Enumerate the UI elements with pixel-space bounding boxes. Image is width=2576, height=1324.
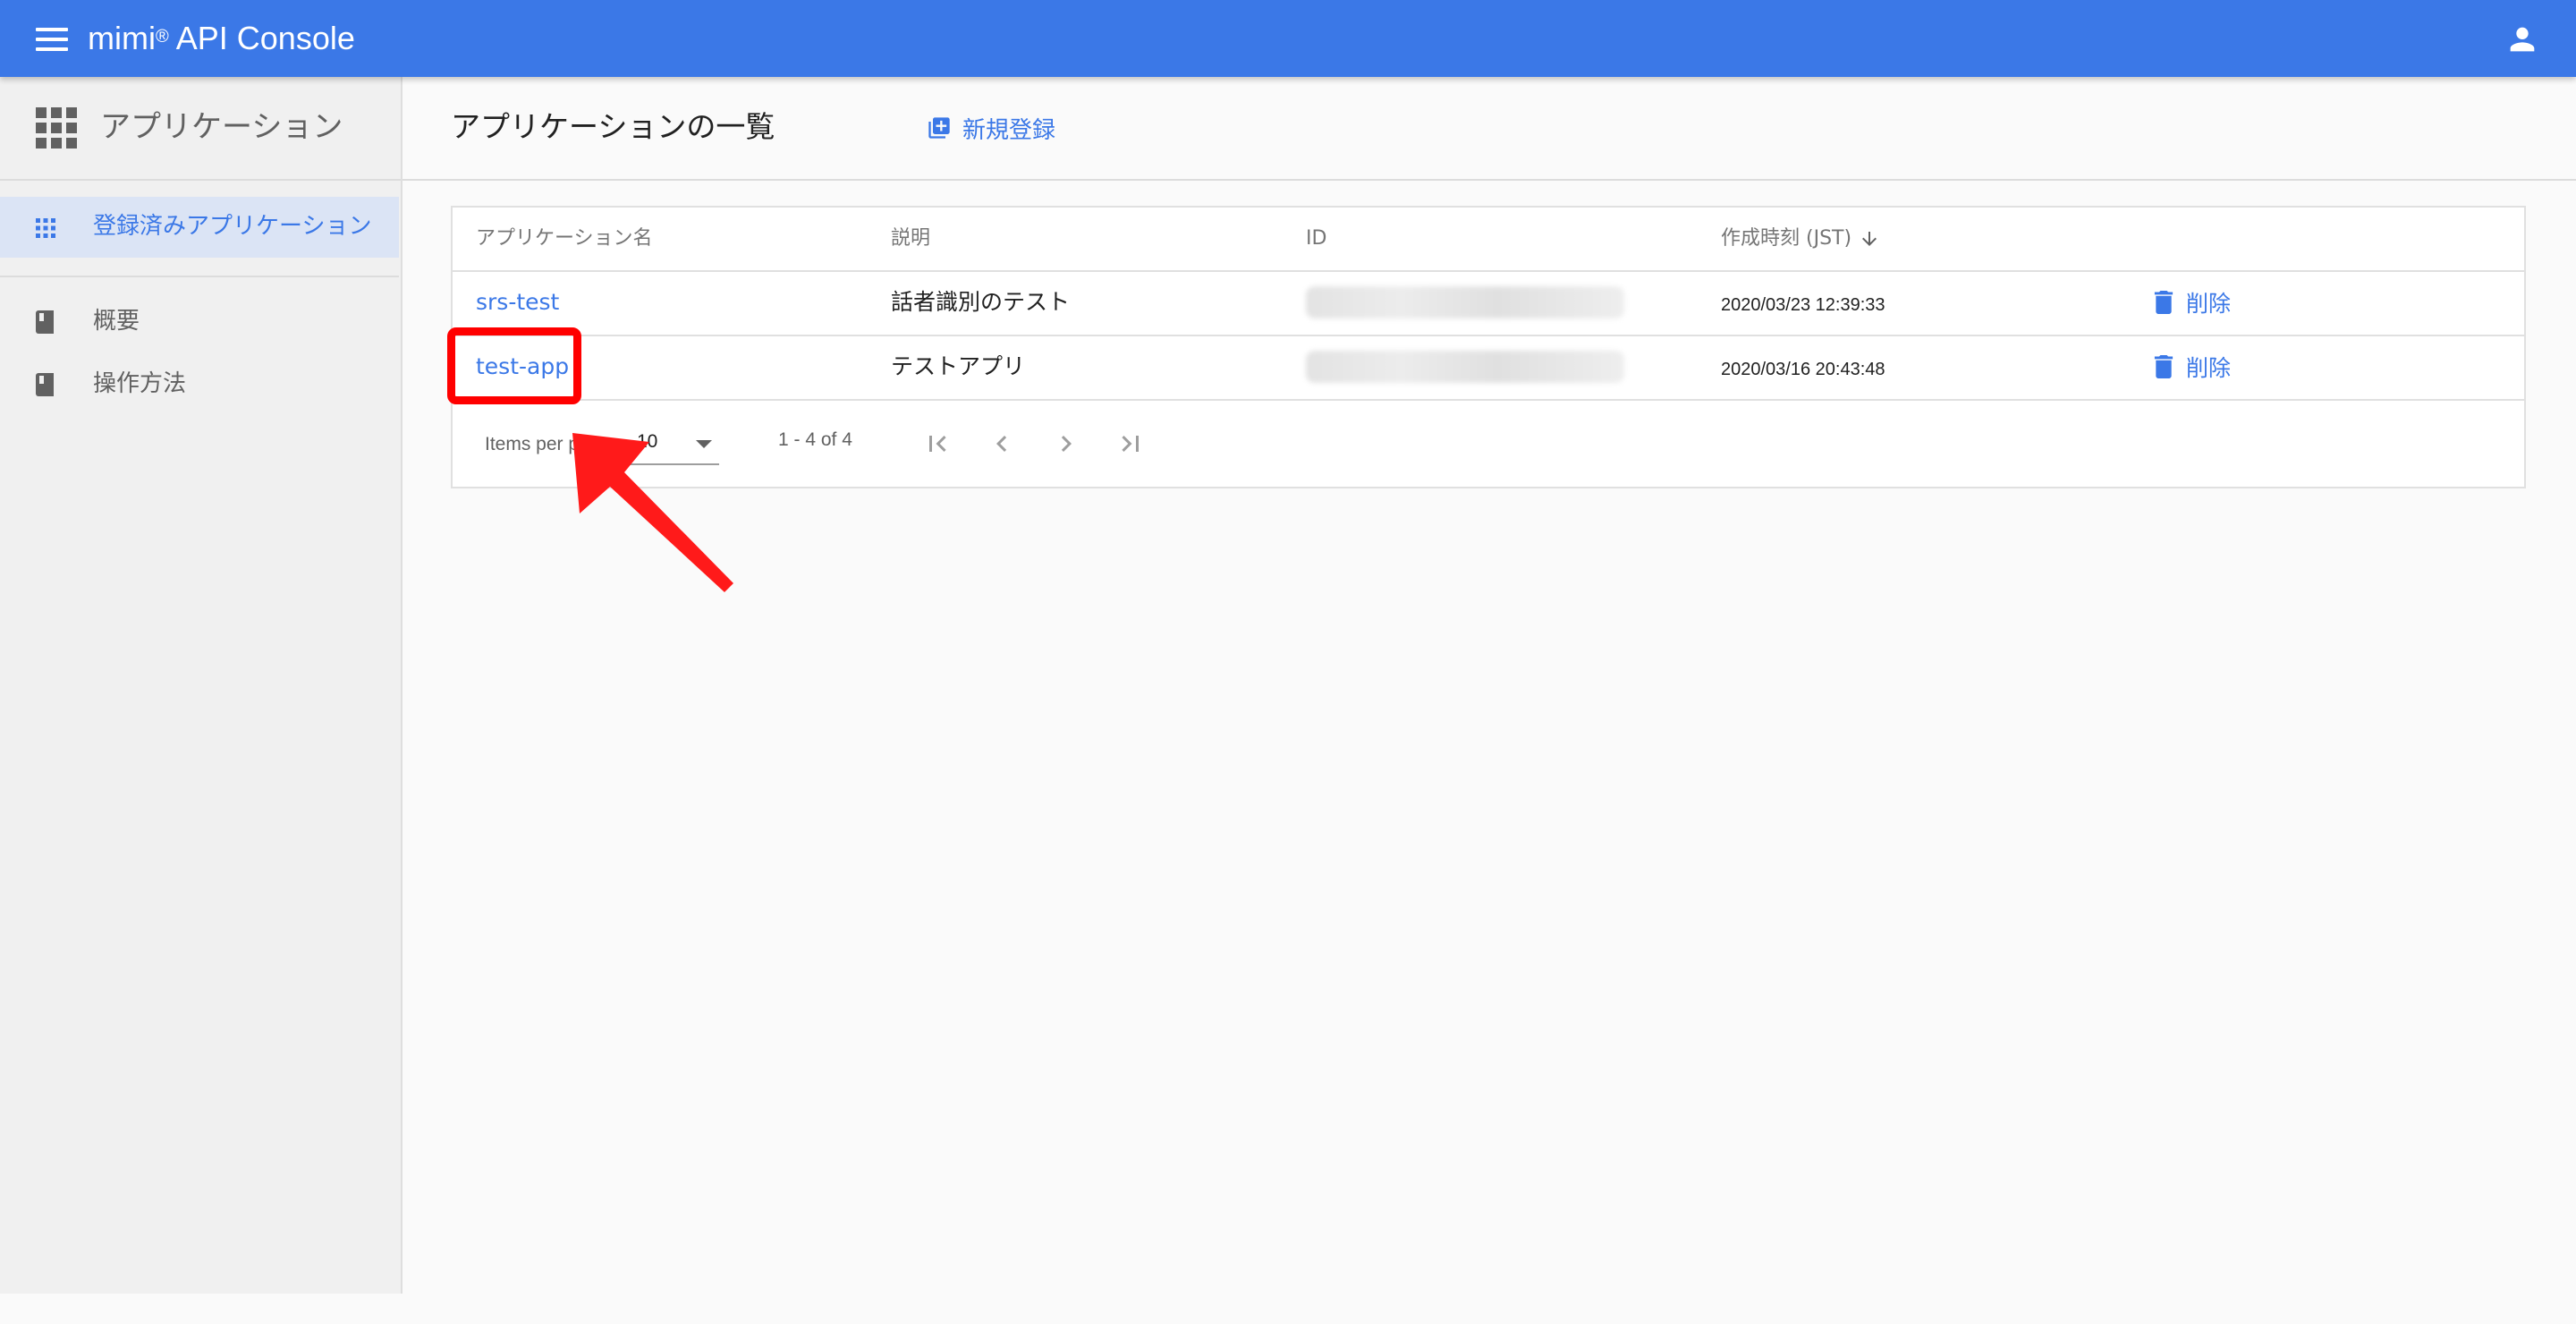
sidebar-divider <box>0 276 399 277</box>
arrow-down-icon <box>1862 232 1877 246</box>
next-page-icon <box>1061 436 1072 452</box>
top-app-bar: mimi® API Console <box>0 0 2576 77</box>
app-description: 話者識別のテスト <box>891 289 1071 315</box>
new-registration-button[interactable]: 新規登録 <box>927 109 1055 147</box>
sidebar-item-registered-apps[interactable]: 登録済みアプリケーション <box>0 197 399 258</box>
delete-button[interactable]: 削除 <box>2154 351 2231 383</box>
next-page-button[interactable] <box>1050 428 1082 460</box>
column-header-created-label: 作成時刻 (JST) <box>1721 227 1852 250</box>
first-page-button[interactable] <box>921 428 953 460</box>
sidebar-item-label: 概要 <box>93 308 140 335</box>
highlight-box <box>447 327 581 404</box>
page-title: アプリケーションの一覧 <box>451 109 775 144</box>
sidebar-item-overview[interactable]: 概要 <box>0 295 399 349</box>
column-header-created[interactable]: 作成時刻 (JST) <box>1721 224 1880 254</box>
table-header-row: アプリケーション名 説明 ID 作成時刻 (JST) <box>453 208 2524 272</box>
created-time: 2020/03/16 20:43:48 <box>1721 360 1885 379</box>
book-icon <box>36 310 54 334</box>
book-icon <box>36 373 54 396</box>
delete-label: 削除 <box>2186 355 2232 381</box>
column-header-description: 説明 <box>891 227 931 250</box>
page-range-label: 1 - 4 of 4 <box>778 429 852 450</box>
sidebar: アプリケーション 登録済みアプリケーション 概要 操作方法 <box>0 77 402 1294</box>
new-registration-label: 新規登録 <box>962 116 1056 144</box>
paginator: Items per page: 10 1 - 4 of 4 <box>453 401 2524 487</box>
column-header-name: アプリケーション名 <box>476 227 653 250</box>
app-description: テストアプリ <box>891 353 1026 379</box>
apps-grid-icon <box>36 218 55 238</box>
delete-button[interactable]: 削除 <box>2154 286 2231 318</box>
applications-table: アプリケーション名 説明 ID 作成時刻 (JST) srs-test 話者識別… <box>451 206 2526 488</box>
last-page-button[interactable] <box>1114 428 1147 460</box>
trash-icon <box>2154 291 2174 314</box>
sidebar-header-label: アプリケーション <box>100 109 343 145</box>
sidebar-item-howto[interactable]: 操作方法 <box>0 358 399 412</box>
first-page-icon <box>929 436 946 452</box>
delete-label: 削除 <box>2186 291 2232 317</box>
account-icon[interactable] <box>2504 21 2540 57</box>
app-title: mimi® API Console <box>88 20 355 56</box>
created-time: 2020/03/23 12:39:33 <box>1721 295 1885 315</box>
app-name-link[interactable]: srs-test <box>476 287 559 318</box>
last-page-icon <box>1122 436 1139 452</box>
table-row: srs-test 話者識別のテスト 2020/03/23 12:39:33 削除 <box>453 270 2524 336</box>
red-arrow-annotation <box>572 433 733 592</box>
library-add-icon <box>928 117 950 139</box>
previous-page-button[interactable] <box>986 428 1018 460</box>
hamburger-menu-icon[interactable] <box>36 28 68 51</box>
apps-grid-icon <box>36 107 77 149</box>
table-row: test-app テストアプリ 2020/03/16 20:43:48 削除 <box>453 335 2524 401</box>
column-header-id: ID <box>1306 227 1327 250</box>
sidebar-item-label: 登録済みアプリケーション <box>93 213 372 240</box>
trash-icon <box>2154 355 2174 378</box>
sidebar-header: アプリケーション <box>0 77 401 181</box>
previous-page-icon <box>996 436 1007 452</box>
main-header: アプリケーションの一覧 新規登録 <box>402 77 2576 181</box>
sidebar-item-label: 操作方法 <box>93 370 187 397</box>
blurred-app-id <box>1306 286 1624 318</box>
blurred-app-id <box>1306 351 1624 383</box>
